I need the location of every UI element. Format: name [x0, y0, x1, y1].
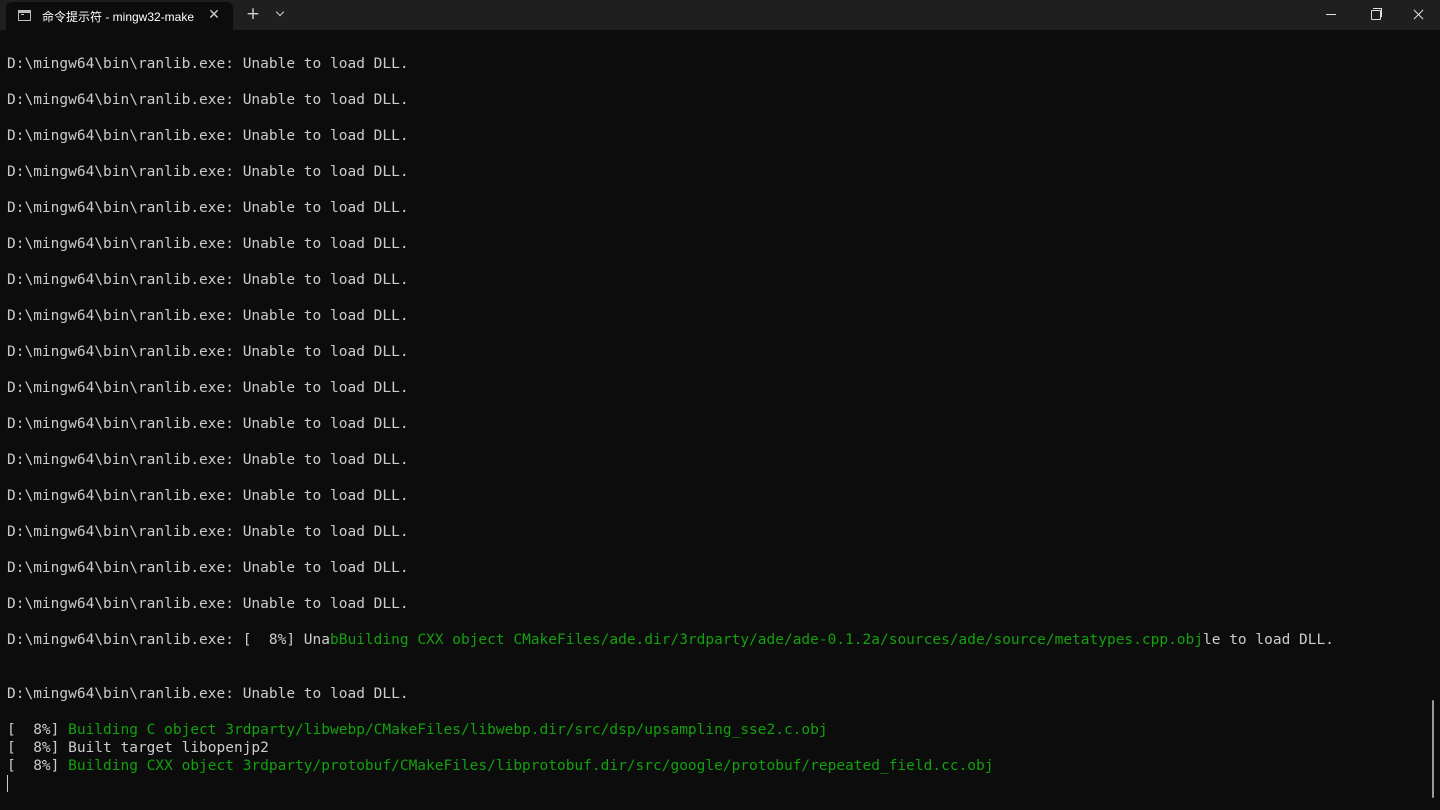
output-line: D:\mingw64\bin\ranlib.exe: Unable to loa…: [7, 164, 409, 180]
new-tab-button[interactable]: +: [243, 3, 263, 25]
output-line: D:\mingw64\bin\ranlib.exe: Unable to loa…: [7, 596, 409, 612]
title-bar: 命令提示符 - mingw32-make ✕ +: [0, 0, 1440, 30]
output-line: D:\mingw64\bin\ranlib.exe: Unable to loa…: [7, 452, 409, 468]
build-text: Building C object 3rdparty/libwebp/CMake…: [68, 722, 828, 738]
build-text: Built target libopenjp2: [68, 740, 269, 756]
build-progress: [ 8%]: [7, 740, 69, 756]
output-line: D:\mingw64\bin\ranlib.exe: Unable to loa…: [7, 200, 409, 216]
output-line: D:\mingw64\bin\ranlib.exe: Unable to loa…: [7, 344, 409, 360]
build-line: [ 8%] Building CXX object 3rdparty/proto…: [7, 757, 993, 775]
output-line: D:\mingw64\bin\ranlib.exe: Unable to loa…: [7, 308, 409, 324]
build-progress: [ 8%]: [7, 758, 69, 774]
terminal-icon: [18, 10, 31, 21]
minimize-button[interactable]: [1308, 0, 1354, 30]
build-line: [ 8%] Built target libopenjp2: [7, 739, 269, 757]
output-line: D:\mingw64\bin\ranlib.exe: Unable to loa…: [7, 560, 409, 576]
close-tab-button[interactable]: ✕: [206, 6, 222, 24]
line-segment: le to load DLL.: [1203, 632, 1334, 648]
output-line: D:\mingw64\bin\ranlib.exe: Unable to loa…: [7, 56, 409, 72]
build-text: Building CXX object 3rdparty/protobuf/CM…: [68, 758, 994, 774]
output-line: D:\mingw64\bin\ranlib.exe: Unable to loa…: [7, 416, 409, 432]
terminal-output[interactable]: D:\mingw64\bin\ranlib.exe: Unable to loa…: [0, 30, 1432, 810]
text-cursor: [7, 775, 8, 792]
output-line: D:\mingw64\bin\ranlib.exe: Unable to loa…: [7, 236, 409, 252]
output-line: D:\mingw64\bin\ranlib.exe: Unable to loa…: [7, 128, 409, 144]
tab-command-prompt[interactable]: 命令提示符 - mingw32-make ✕: [6, 2, 233, 30]
output-line: D:\mingw64\bin\ranlib.exe: Unable to loa…: [7, 488, 409, 504]
output-line: D:\mingw64\bin\ranlib.exe: Unable to loa…: [7, 380, 409, 396]
build-line: [ 8%] Building C object 3rdparty/libwebp…: [7, 721, 828, 739]
build-progress: [ 8%]: [7, 722, 69, 738]
chevron-down-icon[interactable]: [271, 4, 291, 24]
output-line-mixed: D:\mingw64\bin\ranlib.exe: [ 8%] UnabBui…: [7, 631, 1334, 649]
line-segment: D:\mingw64\bin\ranlib.exe: [ 8%] Una: [7, 632, 331, 648]
tab-title: 命令提示符 - mingw32-make: [42, 10, 195, 24]
close-window-button[interactable]: [1396, 0, 1440, 30]
line-segment-green: bBuilding CXX object CMakeFiles/ade.dir/…: [330, 632, 1203, 648]
output-line: D:\mingw64\bin\ranlib.exe: Unable to loa…: [7, 686, 409, 702]
restore-button[interactable]: [1352, 0, 1398, 30]
scrollbar-thumb[interactable]: [1432, 700, 1434, 798]
output-line: D:\mingw64\bin\ranlib.exe: Unable to loa…: [7, 272, 409, 288]
output-line: D:\mingw64\bin\ranlib.exe: Unable to loa…: [7, 92, 409, 108]
output-line: D:\mingw64\bin\ranlib.exe: Unable to loa…: [7, 524, 409, 540]
